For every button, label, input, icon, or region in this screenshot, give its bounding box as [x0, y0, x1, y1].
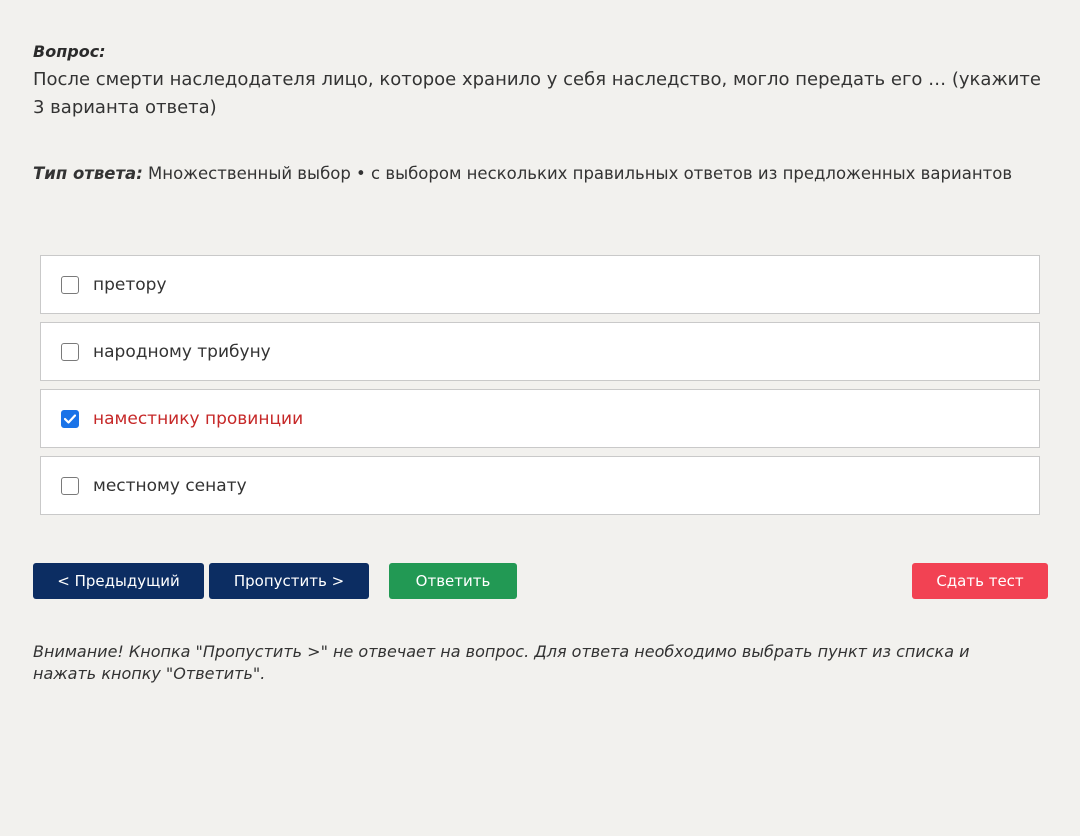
- previous-button[interactable]: < Предыдущий: [33, 563, 204, 599]
- options-list: претору народному трибуну наместнику про…: [40, 255, 1040, 523]
- option-label: претору: [93, 274, 167, 295]
- question-panel: Вопрос: После смерти наследодателя лицо,…: [33, 40, 1048, 683]
- answer-type-value: Множественный выбор • с выбором нескольк…: [148, 164, 1013, 183]
- option-label: наместнику провинции: [93, 408, 304, 429]
- option-3[interactable]: местному сенату: [40, 456, 1040, 515]
- option-label: народному трибуну: [93, 341, 271, 362]
- answer-type-line: Тип ответа: Множественный выбор • с выбо…: [33, 162, 1048, 186]
- checkbox[interactable]: [61, 275, 79, 294]
- checkbox[interactable]: [61, 409, 79, 428]
- option-1[interactable]: народному трибуну: [40, 322, 1040, 381]
- option-2[interactable]: наместнику провинции: [40, 389, 1040, 448]
- warning-note: Внимание! Кнопка "Пропустить >" не отвеч…: [33, 642, 970, 683]
- question-label: Вопрос:: [33, 42, 106, 61]
- answer-type-label: Тип ответа:: [33, 164, 143, 183]
- button-bar: < Предыдущий Пропустить > Ответить Сдать…: [33, 563, 1048, 600]
- checkbox[interactable]: [61, 342, 79, 361]
- finish-test-button[interactable]: Сдать тест: [912, 563, 1048, 599]
- question-text: После смерти наследодателя лицо, которое…: [33, 69, 1041, 118]
- option-0[interactable]: претору: [40, 255, 1040, 314]
- skip-button[interactable]: Пропустить >: [209, 563, 369, 599]
- checkbox[interactable]: [61, 476, 79, 495]
- answer-button[interactable]: Ответить: [389, 563, 517, 599]
- option-label: местному сенату: [93, 475, 247, 496]
